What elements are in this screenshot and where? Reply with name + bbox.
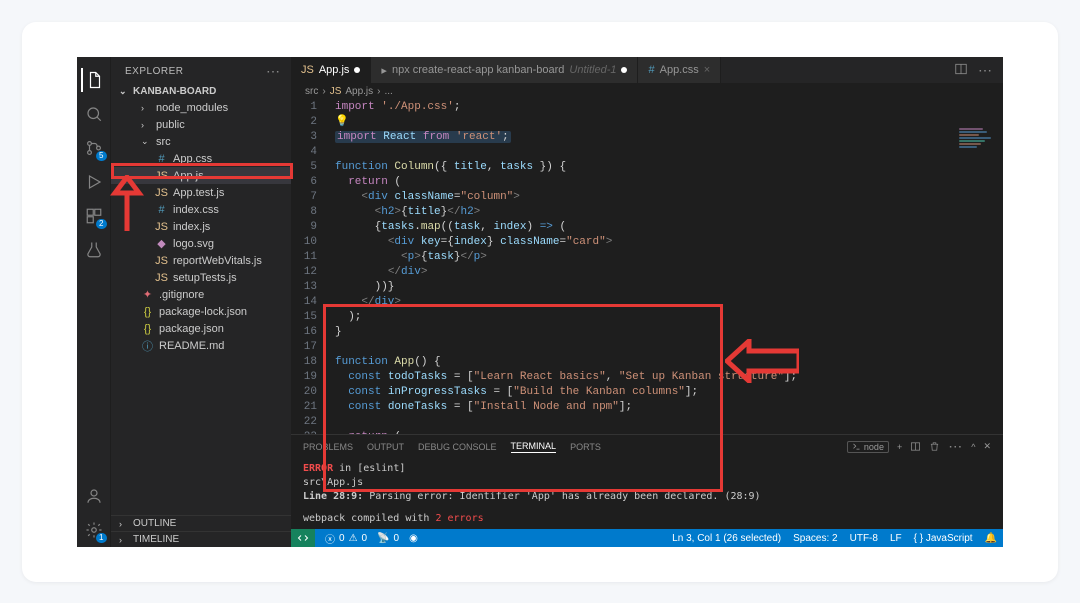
sidebar: EXPLORER ⋯ ⌄KANBAN-BOARD ›node_modules›p… xyxy=(111,57,291,547)
panel-tab[interactable]: PORTS xyxy=(570,442,601,452)
code-area[interactable]: import './App.css';💡import React from 'r… xyxy=(325,100,1003,434)
remote-indicator[interactable] xyxy=(291,529,315,547)
file-item[interactable]: ⓘREADME.md xyxy=(111,337,291,354)
ports-status[interactable]: 📡0 xyxy=(377,533,399,544)
testing-icon[interactable] xyxy=(82,238,106,262)
close-panel-icon[interactable]: ✕ xyxy=(983,441,991,452)
file-item[interactable]: JSsetupTests.js xyxy=(111,269,291,286)
vscode-window: 5 2 1 EXPLORER ⋯ ⌄KANBAN-BOARD ›node_mod… xyxy=(77,57,1003,547)
cursor-position[interactable]: Ln 3, Col 1 (26 selected) xyxy=(672,533,781,544)
file-item[interactable]: #App.css xyxy=(111,150,291,167)
file-item[interactable]: ◆logo.svg xyxy=(111,235,291,252)
explorer-icon[interactable] xyxy=(81,68,105,92)
bottom-panel: PROBLEMS OUTPUT DEBUG CONSOLE TERMINAL PORTS… xyxy=(291,434,1003,529)
minimap[interactable] xyxy=(959,128,999,188)
extensions-icon[interactable]: 2 xyxy=(82,204,106,228)
file-item[interactable]: JSindex.js xyxy=(111,218,291,235)
outline-section[interactable]: ›OUTLINE xyxy=(111,515,291,531)
activity-bar: 5 2 1 xyxy=(77,57,111,547)
panel-tab[interactable]: OUTPUT xyxy=(367,442,404,452)
notifications-icon[interactable]: 🔔 xyxy=(985,533,997,544)
problems-status[interactable]: ⓧ0 ⚠0 xyxy=(325,531,367,546)
file-item[interactable]: JSApp.js xyxy=(111,167,291,184)
new-terminal-icon[interactable]: + xyxy=(897,442,902,452)
account-icon[interactable] xyxy=(82,484,106,508)
file-item[interactable]: #index.css xyxy=(111,201,291,218)
settings-badge: 1 xyxy=(96,533,106,543)
run-debug-icon[interactable] xyxy=(82,170,106,194)
ext-badge: 2 xyxy=(96,219,106,229)
file-item[interactable]: JSApp.test.js xyxy=(111,184,291,201)
project-root[interactable]: ⌄KANBAN-BOARD xyxy=(111,84,291,99)
sidebar-more-icon[interactable]: ⋯ xyxy=(266,63,281,80)
file-tree: ›node_modules›public⌄src#App.cssJSApp.js… xyxy=(111,99,291,515)
panel-more-icon[interactable]: ⋯ xyxy=(948,438,963,455)
panel-tab[interactable]: TERMINAL xyxy=(511,441,557,453)
terminal-shell[interactable]: node xyxy=(847,441,889,453)
editor-tabs: JSApp.js▸npx create-react-app kanban-boa… xyxy=(291,57,1003,83)
editor-group: JSApp.js▸npx create-react-app kanban-boa… xyxy=(291,57,1003,547)
panel-tab[interactable]: DEBUG CONSOLE xyxy=(418,442,497,452)
file-item[interactable]: ✦.gitignore xyxy=(111,286,291,303)
trash-icon[interactable] xyxy=(929,441,940,452)
panel-tabs: PROBLEMS OUTPUT DEBUG CONSOLE TERMINAL PORTS… xyxy=(291,435,1003,458)
panel-tab[interactable]: PROBLEMS xyxy=(303,442,353,452)
folder-item[interactable]: ⌄src xyxy=(111,133,291,150)
eol-status[interactable]: LF xyxy=(890,533,902,544)
indent-status[interactable]: Spaces: 2 xyxy=(793,533,837,544)
scm-badge: 5 xyxy=(96,151,106,161)
split-terminal-icon[interactable] xyxy=(910,441,921,452)
breadcrumbs[interactable]: src› JSApp.js› ... xyxy=(291,83,1003,100)
sidebar-title: EXPLORER xyxy=(125,66,183,77)
language-mode[interactable]: { } JavaScript xyxy=(914,533,973,544)
source-control-icon[interactable]: 5 xyxy=(82,136,106,160)
folder-item[interactable]: ›public xyxy=(111,116,291,133)
settings-icon[interactable]: 1 xyxy=(82,518,106,542)
encoding-status[interactable]: UTF-8 xyxy=(850,533,878,544)
file-item[interactable]: {}package.json xyxy=(111,320,291,337)
timeline-section[interactable]: ›TIMELINE xyxy=(111,531,291,547)
search-icon[interactable] xyxy=(82,102,106,126)
editor-tab[interactable]: JSApp.js xyxy=(291,57,371,83)
code-editor[interactable]: 1234567891011121314151617181920212223242… xyxy=(291,100,1003,434)
radio-status[interactable]: ◉ xyxy=(409,533,418,544)
file-item[interactable]: {}package-lock.json xyxy=(111,303,291,320)
editor-tab[interactable]: ▸npx create-react-app kanban-board Untit… xyxy=(371,57,638,83)
editor-tab[interactable]: #App.css× xyxy=(638,57,721,83)
folder-item[interactable]: ›node_modules xyxy=(111,99,291,116)
tab-more-icon[interactable]: ⋯ xyxy=(978,62,993,79)
status-bar: ⓧ0 ⚠0 📡0 ◉ Ln 3, Col 1 (26 selected) Spa… xyxy=(291,529,1003,547)
line-gutter: 1234567891011121314151617181920212223242… xyxy=(291,100,325,434)
file-item[interactable]: JSreportWebVitals.js xyxy=(111,252,291,269)
split-editor-icon[interactable] xyxy=(954,62,968,79)
maximize-panel-icon[interactable]: ^ xyxy=(971,442,975,452)
